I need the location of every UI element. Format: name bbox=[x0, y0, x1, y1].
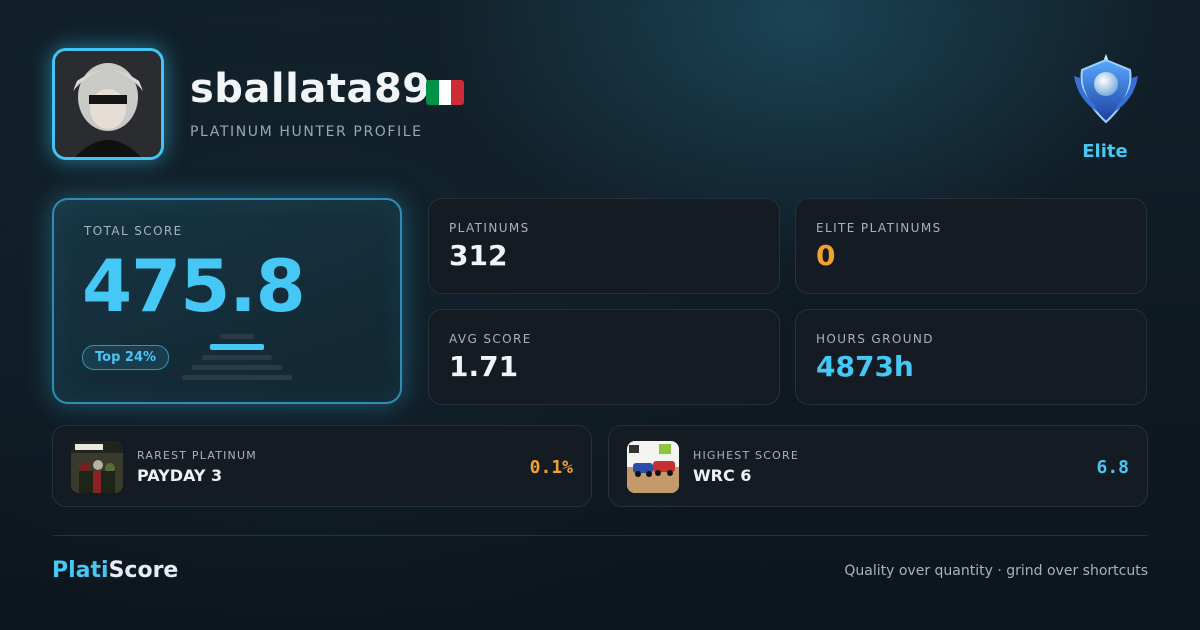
hours-ground-label: HOURS GROUND bbox=[816, 332, 934, 346]
platinums-label: PLATINUMS bbox=[449, 221, 530, 235]
elite-platinums-card: ELITE PLATINUMS 0 bbox=[795, 198, 1147, 294]
profile-subtitle: PLATINUM HUNTER PROFILE bbox=[190, 124, 423, 140]
avg-score-label: AVG SCORE bbox=[449, 332, 532, 346]
username: sballata89 bbox=[190, 66, 431, 112]
rarest-platinum-card[interactable]: RAREST PLATINUM PAYDAY 3 0.1% bbox=[52, 425, 592, 507]
highest-game-title: WRC 6 bbox=[693, 466, 752, 485]
rarest-game-title: PAYDAY 3 bbox=[137, 466, 223, 485]
hours-ground-card: HOURS GROUND 4873h bbox=[795, 309, 1147, 405]
platinums-value: 312 bbox=[449, 239, 508, 272]
elite-platinums-value: 0 bbox=[816, 239, 836, 272]
rarest-percent: 0.1% bbox=[529, 457, 573, 478]
rank-badge: Top 24% bbox=[82, 345, 170, 370]
avatar-portrait bbox=[55, 51, 161, 157]
wrc-6-cover-icon bbox=[627, 441, 679, 493]
hours-ground-value: 4873h bbox=[816, 350, 914, 383]
elite-platinums-label: ELITE PLATINUMS bbox=[816, 221, 942, 235]
avg-score-card: AVG SCORE 1.71 bbox=[428, 309, 780, 405]
footer-divider bbox=[52, 535, 1148, 536]
brand-part-1: Plati bbox=[52, 558, 109, 583]
highest-score-card[interactable]: HIGHEST SCORE WRC 6 6.8 bbox=[608, 425, 1148, 507]
total-score-value: 475.8 bbox=[82, 244, 306, 328]
tier-label: Elite bbox=[1082, 141, 1128, 162]
italy-flag-icon bbox=[426, 80, 464, 105]
brand-part-2: Score bbox=[108, 558, 179, 583]
tagline: Quality over quantity · grind over short… bbox=[844, 563, 1148, 579]
payday-3-cover-icon bbox=[71, 441, 123, 493]
platiscore-logo[interactable]: PlatiScore bbox=[52, 558, 178, 583]
total-score-card: TOTAL SCORE 475.8 Top 24% bbox=[52, 198, 402, 404]
avg-score-value: 1.71 bbox=[449, 350, 519, 383]
highest-score-label: HIGHEST SCORE bbox=[693, 449, 799, 462]
highest-score-value: 6.8 bbox=[1096, 457, 1129, 478]
percentile-pyramid-icon bbox=[182, 334, 292, 380]
avatar bbox=[52, 48, 164, 160]
total-score-label: TOTAL SCORE bbox=[84, 224, 183, 238]
rarest-platinum-label: RAREST PLATINUM bbox=[137, 449, 257, 462]
elite-tier-badge-icon bbox=[1068, 52, 1144, 128]
platinums-card: PLATINUMS 312 bbox=[428, 198, 780, 294]
